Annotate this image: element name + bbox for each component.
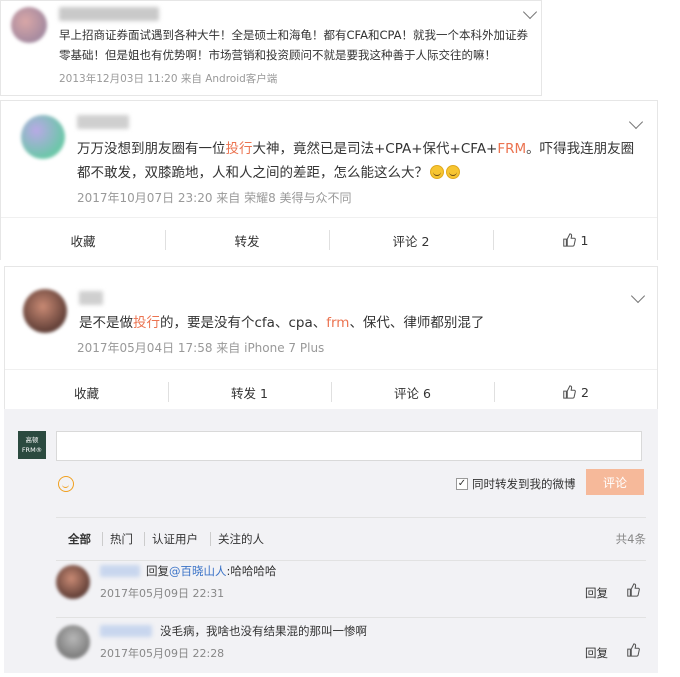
sub-comment-text: 没毛病，我啥也没有结果混的那叫一惨啊 (160, 624, 367, 638)
reply-button[interactable]: 回复 (585, 585, 608, 601)
filter-hot[interactable]: 热门 (110, 531, 133, 547)
filter-following[interactable]: 关注的人 (218, 531, 264, 547)
highlight-keyword[interactable]: frm (326, 315, 349, 331)
avatar[interactable] (23, 289, 67, 333)
comment-button[interactable]: 评论 6 (331, 370, 494, 414)
logo-line-1: 高顿 (25, 436, 39, 444)
laughing-emoji-icon (446, 165, 460, 179)
favorite-button[interactable]: 收藏 (1, 218, 165, 262)
chevron-down-icon[interactable] (628, 114, 644, 130)
like-count: 1 (580, 232, 589, 248)
post-text-line-2: 零基础！但是姐也有优势啊！市场营销和投资顾问不就是要我这种善于人际交往的嘛！ (59, 48, 496, 62)
highlight-keyword[interactable]: FRM (497, 141, 526, 157)
logo-line-2: FRM® (21, 446, 43, 454)
current-user-logo: 高顿 FRM® (18, 431, 46, 459)
smiley-emoji-icon[interactable] (58, 476, 74, 492)
post-text-segment: 的，要是没有个cfa、cpa、 (160, 315, 327, 331)
post-meta[interactable]: 2017年10月07日 23:20 来自 荣耀8 美得与众不同 (77, 189, 352, 206)
username-blurred[interactable] (79, 291, 103, 305)
post-card-1: 早上招商证券面试遇到各种大牛！全是硕士和海龟！都有CFA和CPA！就我一个本科外… (0, 0, 542, 96)
username-blurred[interactable] (100, 565, 140, 577)
comment-button[interactable]: 评论 2 (329, 218, 493, 262)
divider (210, 532, 211, 546)
post-text-segment: 、保代、律师都别混了 (349, 315, 485, 331)
comment-label: 评论 2 (392, 233, 430, 249)
post-text-line-1: 早上招商证券面试遇到各种大牛！全是硕士和海龟！都有CFA和CPA！就我一个本科外… (59, 28, 529, 42)
reply-prefix: 回复 (146, 564, 169, 578)
post-text-line-1: 万万没想到朋友圈有一位投行大神，竟然已是司法+CPA+保代+CFA+FRM。吓得… (77, 137, 634, 161)
forward-button[interactable]: 转发 1 (168, 370, 331, 414)
thumbs-up-icon[interactable] (626, 583, 640, 597)
divider (144, 532, 145, 546)
post-text-segment: 都不敢发，双膝跪地，人和人之间的差距，怎么能这么大？ (77, 165, 428, 181)
comment-input[interactable] (56, 431, 642, 461)
sync-forward-label: 同时转发到我的微博 (472, 477, 576, 491)
highlight-keyword[interactable]: 投行 (133, 315, 160, 331)
chevron-down-icon[interactable] (522, 4, 538, 20)
like-count: 2 (581, 384, 589, 400)
reply-button[interactable]: 回复 (585, 645, 608, 661)
comment-label: 评论 6 (394, 385, 431, 401)
action-bar: 收藏 转发 评论 2 1 (1, 217, 657, 262)
username-blurred[interactable] (100, 625, 152, 637)
sync-forward-checkbox[interactable]: ✓ (456, 478, 468, 490)
post-text-line-2: 都不敢发，双膝跪地，人和人之间的差距，怎么能这么大？ (77, 161, 460, 185)
divider (102, 532, 103, 546)
post-meta[interactable]: 2013年12月03日 11:20 来自 Android客户端 (59, 71, 277, 86)
sub-comment-time: 2017年05月09日 22:31 (100, 587, 225, 600)
post-meta[interactable]: 2017年05月04日 17:58 来自 iPhone 7 Plus (77, 339, 324, 356)
filter-verified[interactable]: 认证用户 (152, 531, 198, 547)
post-text-segment: 。吓得我连朋友圈 (526, 141, 635, 157)
chevron-down-icon[interactable] (630, 288, 646, 304)
submit-comment-button[interactable]: 评论 (586, 469, 644, 495)
thumbs-up-icon (562, 233, 576, 247)
mention-link[interactable]: @百晓山人 (169, 564, 227, 578)
username-blurred[interactable] (59, 7, 159, 21)
thumbs-up-icon (563, 385, 576, 399)
forward-label: 转发 (234, 233, 260, 249)
sub-comment: 回复@百晓山人:哈哈哈哈 2017年05月09日 22:31 回复 (56, 559, 646, 618)
post-text-segment: 大神，竟然已是司法+CPA+保代+CFA+ (252, 141, 498, 157)
comment-total: 共4条 (615, 532, 646, 546)
laughing-emoji-icon (430, 165, 444, 179)
post-text: 是不是做投行的，要是没有个cfa、cpa、frm、保代、律师都别混了 (79, 311, 484, 335)
username-blurred[interactable] (77, 115, 129, 129)
sub-comment-body: :哈哈哈哈 (226, 564, 277, 578)
like-button[interactable]: 2 (494, 370, 657, 414)
sub-comment-text: 回复@百晓山人:哈哈哈哈 (146, 563, 276, 579)
sub-comment: 没毛病，我啥也没有结果混的那叫一惨啊 2017年05月09日 22:28 回复 (56, 619, 646, 677)
favorite-label: 收藏 (73, 385, 99, 401)
post-text-segment: 万万没想到朋友圈有一位 (77, 141, 226, 157)
filter-all[interactable]: 全部 (68, 531, 91, 547)
avatar[interactable] (56, 565, 90, 599)
post-card-3: 是不是做投行的，要是没有个cfa、cpa、frm、保代、律师都别混了 2017年… (4, 266, 658, 414)
post-card-2: 万万没想到朋友圈有一位投行大神，竟然已是司法+CPA+保代+CFA+FRM。吓得… (0, 100, 658, 262)
like-button[interactable]: 1 (493, 218, 657, 262)
forward-button[interactable]: 转发 (165, 218, 329, 262)
highlight-keyword[interactable]: 投行 (226, 141, 253, 157)
action-bar: 收藏 转发 1 评论 6 2 (5, 369, 657, 414)
avatar[interactable] (56, 625, 90, 659)
avatar[interactable] (11, 7, 47, 43)
sub-comment-time: 2017年05月09日 22:28 (100, 647, 225, 660)
comment-filter-bar: 全部 热门 认证用户 关注的人 共4条 (56, 517, 646, 561)
favorite-button[interactable]: 收藏 (5, 370, 168, 414)
comment-section: 高顿 FRM® ✓ 同时转发到我的微博 评论 全部 热门 认证用户 关注的人 共… (4, 409, 658, 673)
thumbs-up-icon[interactable] (626, 643, 640, 657)
post-text-segment: 是不是做 (79, 315, 133, 331)
forward-label: 转发 1 (231, 385, 268, 401)
avatar[interactable] (21, 115, 65, 159)
favorite-label: 收藏 (70, 233, 96, 249)
